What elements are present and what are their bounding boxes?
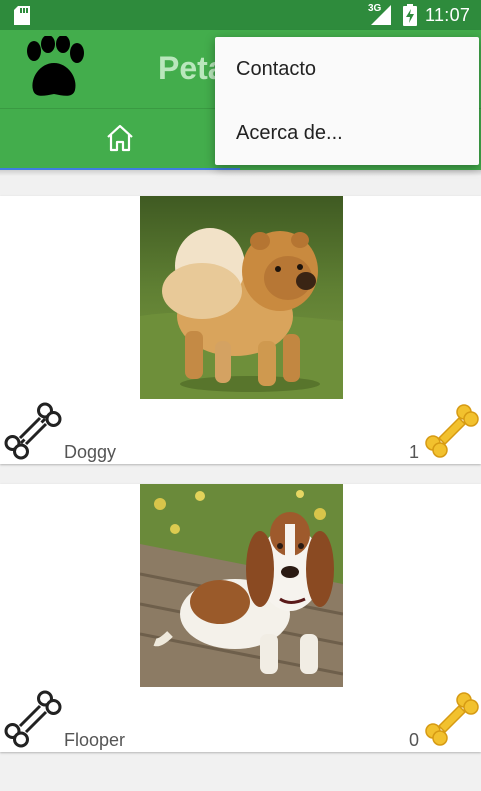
pet-card: Flooper 0: [0, 484, 481, 752]
clock: 11:07: [425, 5, 471, 25]
battery-icon: [403, 4, 417, 26]
pet-name: Doggy: [64, 442, 117, 462]
paw-icon: [27, 36, 84, 96]
status-bar: 3G 11:07: [0, 0, 481, 30]
home-icon: [107, 124, 133, 152]
bone-outline-icon[interactable]: [4, 402, 62, 460]
bone-gold-icon[interactable]: [425, 404, 479, 458]
tab-shadow: [0, 170, 481, 176]
chow-chow-dog-photo: [140, 196, 343, 399]
like-count: 1: [408, 442, 419, 462]
basset-hound-dog-photo: [140, 484, 343, 687]
pet-name: Flooper: [64, 730, 126, 750]
menu-item-contacto[interactable]: Contacto: [215, 37, 479, 101]
pet-card: Doggy 1: [0, 196, 481, 464]
bone-gold-icon[interactable]: [425, 692, 479, 746]
sd-card-icon: [14, 6, 30, 25]
overflow-menu: Contacto Acerca de...: [215, 37, 479, 165]
signal-icon: [371, 5, 391, 25]
bone-outline-icon[interactable]: [4, 690, 62, 748]
tab-home[interactable]: [0, 109, 240, 171]
menu-item-acerca-de[interactable]: Acerca de...: [215, 101, 479, 165]
like-count: 0: [408, 730, 419, 750]
